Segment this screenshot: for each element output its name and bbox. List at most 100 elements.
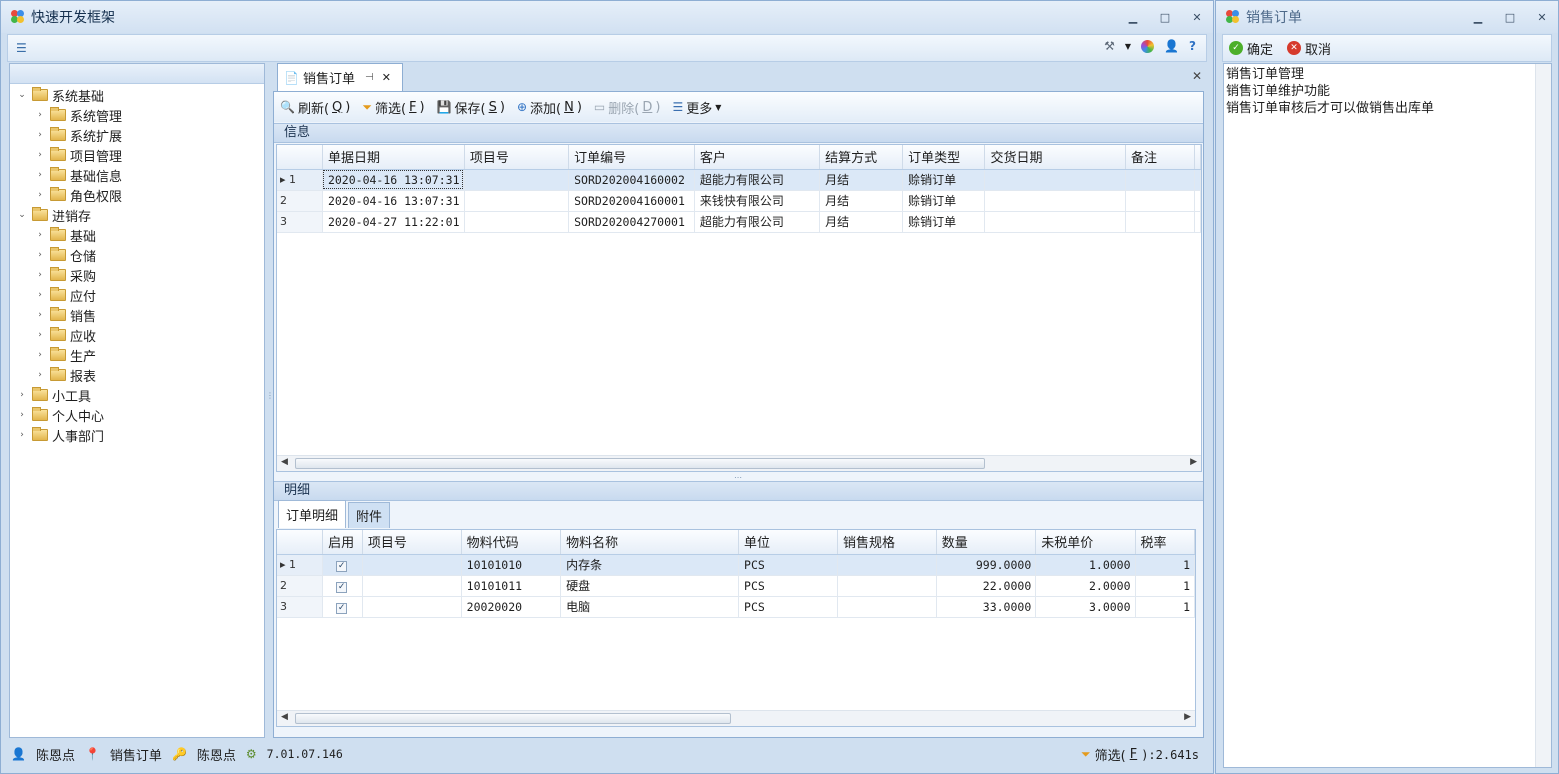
close-all-tabs-icon[interactable]: ✕ — [1192, 69, 1202, 83]
collapsed-arrow-icon[interactable]: › — [34, 170, 46, 180]
nav-item[interactable]: › 生产 — [34, 345, 96, 365]
user-settings-icon[interactable]: 👤 — [1164, 39, 1179, 53]
nav-item[interactable]: › 应收 — [34, 325, 96, 345]
collapsed-arrow-icon[interactable]: › — [16, 390, 28, 400]
panel-splitter[interactable]: ⋮ — [266, 391, 274, 407]
cell-customer[interactable]: 超能力有限公司 — [694, 169, 821, 191]
dropdown-arrow-icon[interactable]: ▼ — [1125, 42, 1131, 51]
scroll-left-icon[interactable]: ◀ — [281, 457, 288, 467]
cancel-button[interactable]: ✕ 取消 — [1287, 39, 1331, 58]
cell-spec[interactable] — [837, 596, 937, 618]
orders-column-header[interactable]: 项目号 — [464, 145, 570, 170]
details-column-header[interactable]: 数量 — [936, 530, 1037, 555]
table-row[interactable]: 2 ✓ 10101011 硬盘 PCS 22.0000 2.0000 1 — [277, 575, 1195, 597]
orders-hscroll[interactable]: ◀ ▶ — [277, 455, 1201, 471]
cell-date[interactable]: 2020-04-27 11:22:01 — [322, 211, 465, 233]
orders-column-header[interactable]: 单据日期 — [322, 145, 465, 170]
nav-item[interactable]: › 项目管理 — [34, 145, 122, 165]
collapsed-arrow-icon[interactable]: › — [16, 430, 28, 440]
filter-button[interactable]: ⏷ 筛选(F) — [362, 98, 424, 117]
pin-icon[interactable]: ⊣ — [365, 72, 374, 83]
details-column-header[interactable]: 启用 — [322, 530, 363, 555]
orders-column-header[interactable]: 订单编号 — [568, 145, 695, 170]
cell-spec[interactable] — [837, 554, 937, 576]
table-row[interactable]: 2 2020-04-16 13:07:31 SORD202004160001 来钱快有… — [277, 190, 1201, 212]
orders-column-header[interactable]: 客户 — [694, 145, 821, 170]
cell-delivery[interactable] — [984, 211, 1126, 233]
nav-item[interactable]: › 仓储 — [34, 245, 96, 265]
tab-attachment[interactable]: 附件 — [348, 502, 391, 528]
cell-unit[interactable]: PCS — [738, 596, 838, 618]
collapsed-arrow-icon[interactable]: › — [34, 190, 46, 200]
cell-name[interactable]: 硬盘 — [560, 575, 740, 597]
details-column-header[interactable]: 物料代码 — [461, 530, 562, 555]
cell-settle[interactable]: 月结 — [819, 169, 904, 191]
nav-item[interactable]: › 基础 — [34, 225, 96, 245]
cell-qty[interactable]: 999.0000 — [936, 554, 1037, 576]
delete-button[interactable]: ▭ 删除(D) — [594, 98, 661, 117]
cell-tax[interactable]: 1 — [1135, 554, 1195, 576]
cell-type[interactable]: 赊销订单 — [902, 190, 986, 212]
table-row[interactable]: ▸ 1 ✓ 10101010 内存条 PCS 999.0000 1.0000 1 — [277, 554, 1195, 576]
enabled-checkbox[interactable]: ✓ — [336, 602, 348, 614]
collapsed-arrow-icon[interactable]: › — [34, 270, 46, 280]
minimize-icon[interactable]: ▁ — [1123, 9, 1143, 25]
cell-code[interactable]: 10101010 — [461, 554, 562, 576]
tab-order-detail[interactable]: 订单明细 — [278, 500, 347, 528]
collapsed-arrow-icon[interactable]: › — [34, 130, 46, 140]
collapsed-arrow-icon[interactable]: › — [34, 370, 46, 380]
cell-note[interactable] — [1125, 211, 1196, 233]
cell-settle[interactable]: 月结 — [819, 211, 904, 233]
nav-item[interactable]: ⌄ 系统基础 — [16, 85, 104, 105]
cell-qty[interactable]: 22.0000 — [936, 575, 1037, 597]
collapsed-arrow-icon[interactable]: › — [34, 310, 46, 320]
cell-date[interactable]: 2020-04-16 13:07:31 — [322, 169, 465, 191]
maximize-icon[interactable]: □ — [1155, 9, 1175, 25]
details-hscroll-thumb[interactable] — [295, 713, 731, 724]
cell-customer[interactable]: 超能力有限公司 — [694, 211, 821, 233]
nav-item[interactable]: › 销售 — [34, 305, 96, 325]
cell-code[interactable]: 20020020 — [461, 596, 562, 618]
cell-project[interactable] — [464, 211, 570, 233]
cell-type[interactable]: 赊销订单 — [902, 169, 986, 191]
cell-name[interactable]: 电脑 — [560, 596, 740, 618]
nav-item[interactable]: › 角色权限 — [34, 185, 122, 205]
cell-price[interactable]: 1.0000 — [1035, 554, 1136, 576]
expanded-arrow-icon[interactable]: ⌄ — [16, 90, 28, 100]
collapsed-arrow-icon[interactable]: › — [34, 110, 46, 120]
nav-item[interactable]: › 基础信息 — [34, 165, 122, 185]
collapsed-arrow-icon[interactable]: › — [34, 230, 46, 240]
cell-tax[interactable]: 1 — [1135, 596, 1195, 618]
table-row[interactable]: ▸ 1 2020-04-16 13:07:31 SORD202004160002 超能… — [277, 169, 1201, 191]
details-column-header[interactable]: 单位 — [738, 530, 838, 555]
menu-toggle-icon[interactable]: ☰ — [16, 41, 27, 55]
collapsed-arrow-icon[interactable]: › — [34, 330, 46, 340]
side-maximize-icon[interactable]: □ — [1500, 9, 1520, 25]
nav-item[interactable]: › 报表 — [34, 365, 96, 385]
save-button[interactable]: 💾 保存(S) — [437, 98, 505, 117]
theme-color-icon[interactable] — [1141, 39, 1155, 53]
details-column-header[interactable]: 税率 — [1135, 530, 1195, 555]
collapsed-arrow-icon[interactable]: › — [34, 350, 46, 360]
cell-settle[interactable]: 月结 — [819, 190, 904, 212]
scroll-right-icon[interactable]: ▶ — [1190, 457, 1197, 467]
enabled-checkbox[interactable]: ✓ — [336, 560, 348, 572]
scroll-right-icon[interactable]: ▶ — [1184, 712, 1191, 722]
expanded-arrow-icon[interactable]: ⌄ — [16, 210, 28, 220]
tab-close-icon[interactable]: ✕ — [382, 71, 391, 84]
cell-spec[interactable] — [837, 575, 937, 597]
details-column-header[interactable]: 项目号 — [362, 530, 462, 555]
scroll-left-icon[interactable]: ◀ — [281, 712, 288, 722]
collapsed-arrow-icon[interactable]: › — [16, 410, 28, 420]
cell-price[interactable]: 2.0000 — [1035, 575, 1136, 597]
details-column-header[interactable]: 未税单价 — [1035, 530, 1136, 555]
close-icon[interactable]: ✕ — [1187, 9, 1207, 25]
nav-item[interactable]: › 小工具 — [16, 385, 91, 405]
cell-type[interactable]: 赊销订单 — [902, 211, 986, 233]
cell-project[interactable] — [464, 190, 570, 212]
collapsed-arrow-icon[interactable]: › — [34, 250, 46, 260]
tab-sales-order[interactable]: 📄 销售订单 ⊣ ✕ — [277, 63, 403, 91]
nav-item[interactable]: ⌄ 进销存 — [16, 205, 91, 225]
cell-project[interactable] — [362, 596, 462, 618]
cell-delivery[interactable] — [984, 169, 1126, 191]
